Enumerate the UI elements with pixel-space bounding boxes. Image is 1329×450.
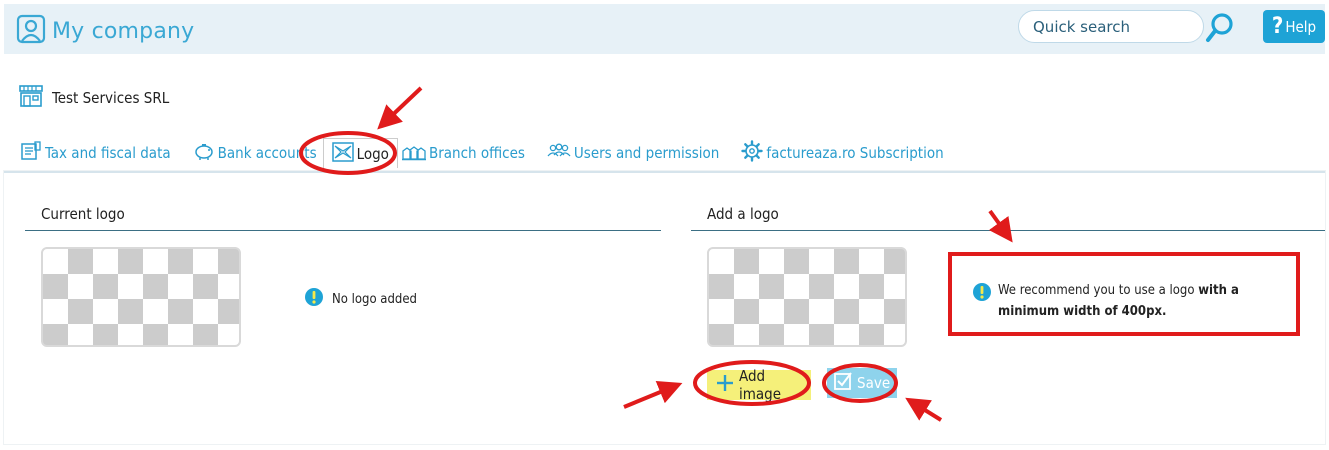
tab-bar: Tax and fiscal data Bank accounts Logo B… bbox=[20, 138, 944, 168]
add-image-label: Add image bbox=[739, 367, 782, 403]
tab-label: Tax and fiscal data bbox=[45, 144, 171, 162]
no-logo-message: No logo added bbox=[304, 287, 417, 311]
no-logo-text: No logo added bbox=[332, 291, 417, 307]
save-label: Save bbox=[857, 374, 891, 392]
current-logo-placeholder bbox=[41, 247, 241, 347]
help-button[interactable]: ? Help bbox=[1263, 10, 1325, 43]
store-icon bbox=[18, 84, 44, 112]
question-icon: ? bbox=[1271, 13, 1284, 39]
piggy-bank-icon bbox=[193, 141, 215, 165]
divider bbox=[691, 230, 1325, 231]
recommendation-prefix: We recommend you to use a logo bbox=[998, 283, 1199, 298]
tab-label: Branch offices bbox=[428, 144, 525, 162]
annotation-arrow bbox=[377, 86, 423, 130]
help-label: Help bbox=[1285, 17, 1317, 36]
tab-label: Bank accounts bbox=[217, 144, 317, 162]
tab-branch-offices[interactable]: Branch offices bbox=[401, 141, 525, 165]
info-icon bbox=[972, 282, 992, 306]
new-logo-preview bbox=[707, 247, 907, 347]
buildings-icon bbox=[401, 141, 426, 165]
tab-users-and-permission[interactable]: Users and permission bbox=[547, 141, 719, 165]
info-icon bbox=[304, 287, 324, 311]
search-icon[interactable] bbox=[1204, 10, 1236, 44]
company-name: Test Services SRL bbox=[52, 89, 170, 107]
search-box bbox=[1018, 10, 1204, 43]
divider bbox=[25, 230, 661, 231]
current-logo-title: Current logo bbox=[41, 205, 125, 223]
image-icon bbox=[331, 141, 354, 166]
tab-label: factureaza.ro Subscription bbox=[766, 144, 944, 162]
search-input[interactable] bbox=[1018, 10, 1204, 43]
tab-bank-accounts[interactable]: Bank accounts bbox=[193, 141, 317, 165]
brand: My company bbox=[16, 14, 194, 48]
add-logo-title: Add a logo bbox=[707, 205, 779, 223]
plus-icon bbox=[715, 373, 735, 397]
tab-tax-and-fiscal-data[interactable]: Tax and fiscal data bbox=[20, 141, 171, 165]
recommendation-box: We recommend you to use a logo with a mi… bbox=[948, 252, 1300, 336]
users-icon bbox=[547, 141, 571, 165]
company-profile-icon bbox=[16, 14, 46, 48]
tab-label: Users and permission bbox=[573, 144, 720, 162]
recommendation-text: We recommend you to use a logo with a mi… bbox=[998, 280, 1294, 322]
tab-logo[interactable]: Logo bbox=[322, 138, 398, 168]
gear-icon bbox=[741, 140, 764, 166]
tab-label: Logo bbox=[356, 144, 389, 163]
tab-factureaza-subscription[interactable]: factureaza.ro Subscription bbox=[741, 140, 944, 166]
page-title: My company bbox=[52, 18, 195, 44]
add-image-button[interactable]: Add image bbox=[707, 367, 811, 403]
checkbox-icon bbox=[833, 371, 853, 395]
company-header: Test Services SRL bbox=[18, 84, 169, 112]
document-icon bbox=[20, 141, 42, 165]
save-button[interactable]: Save bbox=[827, 368, 897, 398]
